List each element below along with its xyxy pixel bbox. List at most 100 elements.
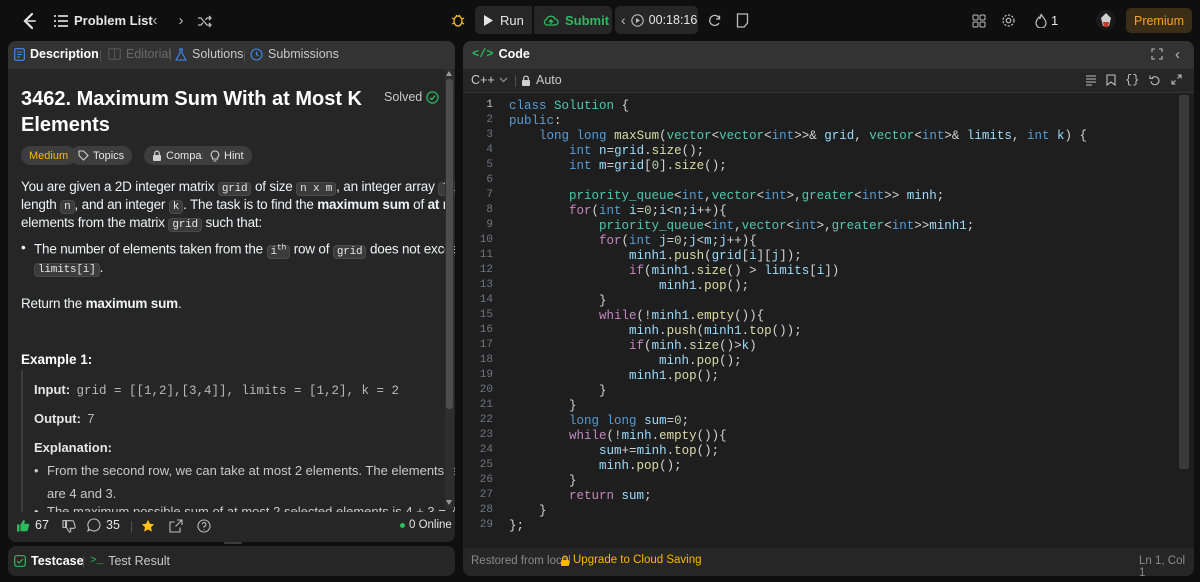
timer-value: 00:18:16 bbox=[648, 13, 698, 27]
code-line[interactable]: int n=grid.size(); bbox=[509, 144, 704, 159]
bookmark-icon[interactable] bbox=[1106, 74, 1116, 86]
thumbs-down-icon[interactable] bbox=[62, 520, 76, 533]
tab-submissions[interactable]: Submissions bbox=[250, 47, 339, 61]
reset-timer-icon[interactable] bbox=[706, 12, 722, 28]
debug-bug-icon[interactable] bbox=[449, 11, 467, 29]
undo-reset-icon[interactable] bbox=[1149, 74, 1161, 86]
code-line[interactable]: if(minh1.size() > limits[i]) bbox=[509, 264, 839, 279]
auto-mode[interactable]: Auto bbox=[521, 73, 562, 87]
collapse-timer-icon[interactable]: ‹ bbox=[621, 12, 626, 28]
expand-icon[interactable] bbox=[1171, 74, 1182, 85]
code-line[interactable]: public: bbox=[509, 114, 562, 129]
prev-problem-icon[interactable]: ‹ bbox=[148, 12, 162, 29]
tab-solutions[interactable]: Solutions bbox=[175, 47, 243, 61]
code-line[interactable]: minh.pop(); bbox=[509, 354, 742, 369]
description-scrollbar[interactable] bbox=[445, 69, 454, 509]
language-selector[interactable]: C++ bbox=[471, 73, 508, 87]
streak-fire-icon[interactable] bbox=[1034, 12, 1048, 28]
share-icon[interactable] bbox=[169, 519, 183, 533]
tab-editorial-label: Editorial bbox=[126, 47, 172, 61]
run-button[interactable]: Run bbox=[475, 6, 532, 34]
code-line[interactable]: minh1.push(grid[i][j]); bbox=[509, 249, 802, 264]
code-line[interactable]: class Solution { bbox=[509, 99, 629, 114]
premium-button[interactable]: Premium bbox=[1126, 8, 1192, 33]
format-lines-icon[interactable] bbox=[1085, 75, 1097, 86]
code-line[interactable]: sum+=minh.top(); bbox=[509, 444, 719, 459]
line-number: 7 bbox=[486, 189, 493, 201]
code-line[interactable]: minh.pop(); bbox=[509, 459, 682, 474]
maximize-icon[interactable] bbox=[1151, 48, 1163, 60]
editor-scrollbar-thumb[interactable] bbox=[1179, 95, 1189, 469]
description-content[interactable]: 3462. Maximum Sum With at Most K Element… bbox=[8, 69, 455, 512]
bullet-dot: • bbox=[34, 504, 39, 512]
code-line[interactable]: while(!minh1.empty()){ bbox=[509, 309, 764, 324]
restored-status: Restored from local bbox=[471, 555, 571, 567]
scroll-up-arrow[interactable] bbox=[446, 71, 452, 76]
code-line[interactable]: } bbox=[509, 399, 577, 414]
editor-scrollbar[interactable] bbox=[1177, 93, 1191, 548]
code-line[interactable]: priority_queue<int,vector<int>,greater<i… bbox=[509, 189, 944, 204]
code-line[interactable]: minh1.pop(); bbox=[509, 279, 749, 294]
code-line[interactable]: if(minh.size()>k) bbox=[509, 339, 757, 354]
topics-chip[interactable]: Topics bbox=[70, 146, 133, 165]
tab-test-result[interactable]: >_ Test Result bbox=[90, 554, 170, 568]
notes-icon[interactable] bbox=[734, 12, 750, 28]
solved-status: Solved bbox=[384, 90, 439, 104]
code-editor[interactable]: 1 2 3 4 5 6 7 8 9 10 11 12 13 14 15 16 17 18 19 20 21 22 23 24 2… bbox=[463, 93, 1194, 548]
code-header: </> Code ‹ bbox=[463, 41, 1194, 69]
shuffle-icon[interactable] bbox=[196, 13, 212, 29]
collapse-panel-icon[interactable]: ‹ bbox=[1175, 46, 1180, 63]
tag-icon bbox=[78, 150, 89, 161]
hint-chip[interactable]: Hint bbox=[202, 146, 252, 165]
line-number: 10 bbox=[479, 234, 493, 246]
star-favorite-icon[interactable] bbox=[141, 519, 155, 533]
submit-button[interactable]: Submit bbox=[534, 6, 612, 34]
leetcode-logo-icon[interactable] bbox=[18, 10, 40, 32]
code-line[interactable]: }; bbox=[509, 519, 524, 534]
inline-code-i: ith bbox=[266, 243, 291, 259]
code-line[interactable]: priority_queue<int,vector<int>,greater<i… bbox=[509, 219, 974, 234]
code-line[interactable]: } bbox=[509, 504, 547, 519]
next-problem-icon[interactable]: › bbox=[174, 12, 188, 29]
upgrade-cloud-link[interactable]: Upgrade to Cloud Saving bbox=[560, 554, 702, 566]
user-avatar[interactable] bbox=[1094, 8, 1118, 32]
line-number: 29 bbox=[479, 519, 493, 531]
chevron-down-icon bbox=[499, 77, 508, 83]
code-line[interactable]: while(!minh.empty()){ bbox=[509, 429, 727, 444]
problem-list-link[interactable]: Problem List bbox=[74, 13, 153, 28]
line-number: 16 bbox=[479, 324, 493, 336]
code-line[interactable]: minh1.pop(); bbox=[509, 369, 719, 384]
code-line[interactable]: for(int j=0;j<m;j++){ bbox=[509, 234, 757, 249]
code-panel: </> Code ‹ C++ | Auto {} 1 2 3 4 5 6 7 8 9 10 11 12… bbox=[463, 41, 1194, 576]
tab-description[interactable]: Description bbox=[14, 47, 99, 61]
explanation-bullet: • From the second row, we can take at mo… bbox=[34, 462, 455, 503]
top-navigation-bar: Problem List ‹ › Run Submit ‹ 00:18:16 1… bbox=[0, 0, 1200, 40]
tab-editorial[interactable]: Editorial bbox=[108, 47, 171, 61]
code-line[interactable]: return sum; bbox=[509, 489, 652, 504]
language-label: C++ bbox=[471, 73, 495, 87]
tab-testcase[interactable]: Testcase bbox=[14, 554, 84, 568]
layout-grid-icon[interactable] bbox=[971, 13, 987, 29]
code-line[interactable]: long long sum=0; bbox=[509, 414, 689, 429]
braces-icon[interactable]: {} bbox=[1125, 73, 1139, 87]
vertical-resize-handle[interactable] bbox=[224, 542, 242, 544]
scroll-down-arrow[interactable] bbox=[446, 500, 452, 505]
settings-gear-icon[interactable] bbox=[1000, 12, 1017, 29]
code-text-area[interactable]: class Solution {public: long long maxSum… bbox=[509, 93, 1169, 548]
code-line[interactable]: for(int i=0;i<n;i++){ bbox=[509, 204, 727, 219]
code-line[interactable]: } bbox=[509, 384, 607, 399]
code-line[interactable]: } bbox=[509, 294, 607, 309]
code-line[interactable]: minh.push(minh1.top()); bbox=[509, 324, 802, 339]
code-line[interactable]: } bbox=[509, 474, 577, 489]
like-button[interactable]: 67 bbox=[16, 518, 49, 532]
editor-toolbar: C++ | Auto {} bbox=[463, 69, 1194, 93]
history-icon bbox=[250, 47, 263, 61]
scrollbar-thumb[interactable] bbox=[446, 79, 453, 409]
comments-button[interactable]: 35 bbox=[87, 518, 120, 532]
timer-widget[interactable]: ‹ 00:18:16 bbox=[615, 6, 698, 34]
code-line[interactable]: long long maxSum(vector<vector<int>>& gr… bbox=[509, 129, 1087, 144]
help-circle-icon[interactable] bbox=[197, 519, 211, 533]
code-line[interactable]: int m=grid[0].size(); bbox=[509, 159, 727, 174]
timer-play-icon[interactable] bbox=[630, 13, 644, 27]
problem-list-icon[interactable] bbox=[53, 13, 69, 29]
